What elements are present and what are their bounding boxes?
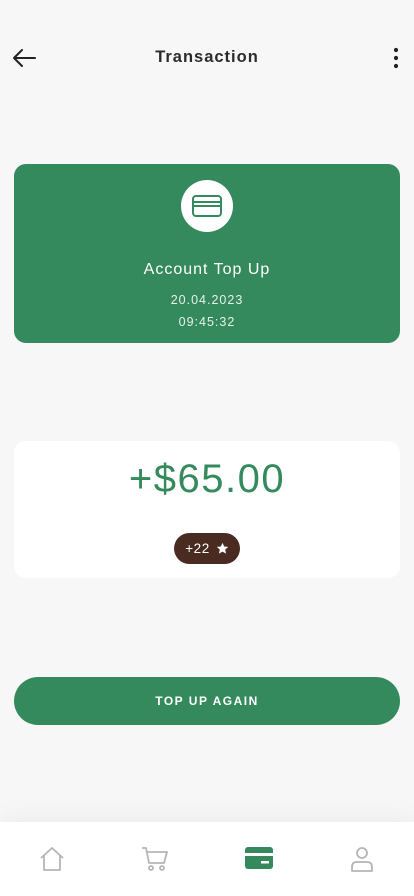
bottom-nav <box>0 822 414 896</box>
transaction-time: 09:45:32 <box>178 315 236 329</box>
profile-icon <box>351 847 374 872</box>
home-icon <box>40 847 64 871</box>
transaction-date: 20.04.2023 <box>170 293 244 307</box>
star-icon <box>216 542 228 554</box>
top-up-again-button[interactable]: TOP UP AGAIN <box>14 677 400 725</box>
nav-home[interactable] <box>0 822 104 896</box>
points-badge: +22 <box>174 533 240 564</box>
transaction-screen: Transaction Account Top Up 20.04.2023 09… <box>0 0 414 896</box>
amount-card: +$65.00 +22 <box>14 441 400 578</box>
transaction-amount: +$65.00 <box>128 457 286 501</box>
nav-cart[interactable] <box>104 822 208 896</box>
more-vertical-icon <box>393 47 399 69</box>
header: Transaction <box>0 0 414 115</box>
card-icon <box>244 847 273 869</box>
transaction-card: Account Top Up 20.04.2023 09:45:32 <box>14 164 400 343</box>
transaction-title: Account Top Up <box>143 261 271 278</box>
nav-profile[interactable] <box>311 822 414 896</box>
points-value: +22 <box>185 541 210 556</box>
nav-card[interactable] <box>207 822 311 896</box>
credit-card-icon <box>192 195 222 217</box>
page-title: Transaction <box>155 48 259 66</box>
transaction-icon-circle <box>181 180 233 232</box>
cart-icon <box>142 847 169 871</box>
more-options-button[interactable] <box>384 42 408 74</box>
